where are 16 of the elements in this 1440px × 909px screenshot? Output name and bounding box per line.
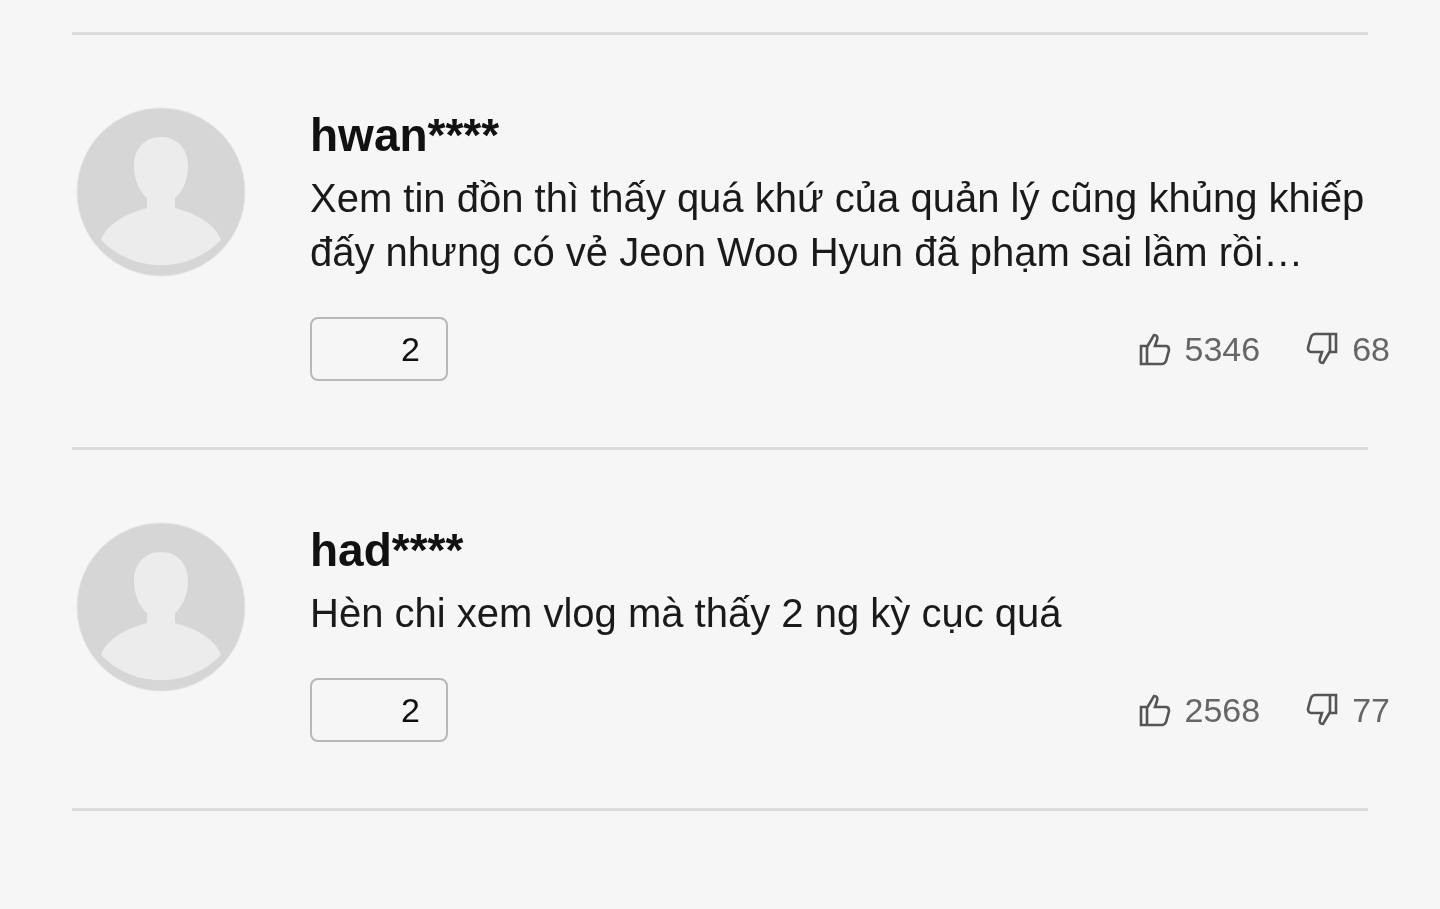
avatar-icon	[76, 522, 246, 692]
username: hwan****	[310, 108, 501, 163]
thumbs-down-icon[interactable]	[1306, 693, 1339, 727]
thumbs-down-icon[interactable]	[1306, 332, 1339, 366]
dislike-count: 77	[1352, 689, 1390, 731]
thumbs-up-icon[interactable]	[1138, 693, 1171, 727]
like-count: 5346	[1184, 328, 1261, 370]
avatar-icon	[76, 107, 246, 277]
reply-button[interactable]: 2	[310, 678, 448, 742]
like-count: 2568	[1184, 689, 1261, 731]
thumbs-up-icon[interactable]	[1138, 332, 1171, 366]
dislike-count: 68	[1352, 328, 1390, 370]
comment-text: Xem tin đồn thì thấy quá khứ của quản lý cũng khủng khiếp đấy nhưng có vẻ Jeon Woo Hyun đã phạm sai lầm rồi…	[310, 175, 1366, 276]
reply-button[interactable]: 2	[310, 317, 448, 381]
username: had****	[310, 523, 465, 578]
comment-text: Hèn chi xem vlog mà thấy 2 ng kỳ cục quá	[310, 590, 1063, 637]
